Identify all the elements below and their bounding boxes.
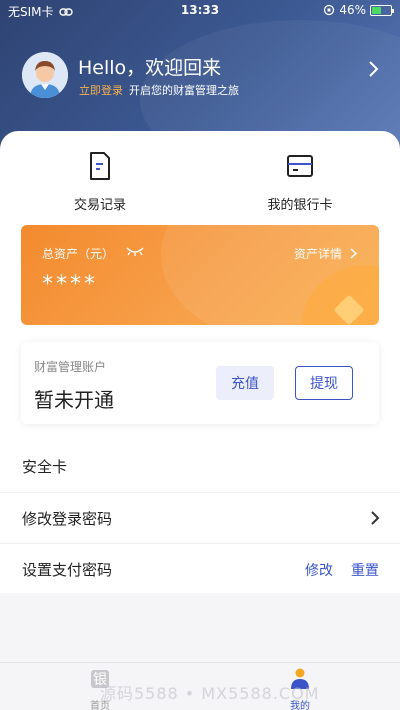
login-link[interactable]: 立即登录 [79, 84, 123, 97]
chevron-right-icon[interactable] [368, 60, 380, 78]
change-login-password-row[interactable]: 修改登录密码 [0, 492, 400, 542]
orientation-lock-icon [324, 4, 335, 16]
security-card-row[interactable]: 安全卡 [0, 441, 400, 491]
status-bar: 无SIM卡 13:33 46% [0, 0, 400, 22]
transaction-records-button[interactable]: 交易记录 [30, 151, 170, 213]
recharge-button[interactable]: 充值 [216, 366, 274, 400]
asset-detail-link[interactable]: 资产详情 [294, 245, 357, 262]
battery-icon [370, 4, 394, 16]
finance-account-card: 财富管理账户 暂未开通 充值 提现 [21, 342, 379, 424]
change-login-password-label: 修改登录密码 [22, 510, 113, 528]
total-assets-label: 总资产（元） [42, 247, 115, 261]
asset-card[interactable]: 总资产（元） 资产详情 **** [21, 225, 379, 325]
modify-pay-password-link[interactable]: 修改 [305, 560, 333, 580]
finance-account-title: 财富管理账户 [34, 360, 107, 374]
asset-detail-label: 资产详情 [293, 247, 342, 261]
finance-account-status: 暂未开通 [34, 388, 114, 412]
eye-closed-icon[interactable] [125, 245, 145, 257]
my-bank-cards-button[interactable]: 我的银行卡 [230, 151, 370, 213]
header-subtitle: 立即登录 开启您的财富管理之旅 [79, 82, 239, 98]
withdraw-button[interactable]: 提现 [295, 366, 353, 400]
set-pay-password-row: 设置支付密码 修改 重置 [0, 543, 400, 593]
bank-card-icon [287, 155, 313, 177]
main-panel: 交易记录 我的银行卡 总资产（元） 资产详情 **** 财富管理账户 暂未开通 … [0, 131, 400, 593]
greeting-text: Hello，欢迎回来 [78, 57, 222, 79]
battery-percent: 46% [339, 3, 366, 17]
chevron-right-icon [350, 248, 357, 259]
subtitle-text: 开启您的财富管理之旅 [129, 84, 239, 97]
masked-asset-value: **** [42, 272, 98, 297]
watermark-text: 源码5588 • MX5588.COM [100, 684, 320, 703]
my-bank-cards-label: 我的银行卡 [267, 198, 333, 213]
chevron-right-icon [371, 511, 380, 525]
transaction-records-label: 交易记录 [73, 198, 126, 213]
security-card-label: 安全卡 [22, 458, 68, 476]
avatar[interactable] [22, 52, 68, 98]
reset-pay-password-link[interactable]: 重置 [351, 560, 379, 580]
document-icon [90, 152, 110, 180]
set-pay-password-label: 设置支付密码 [22, 561, 113, 579]
